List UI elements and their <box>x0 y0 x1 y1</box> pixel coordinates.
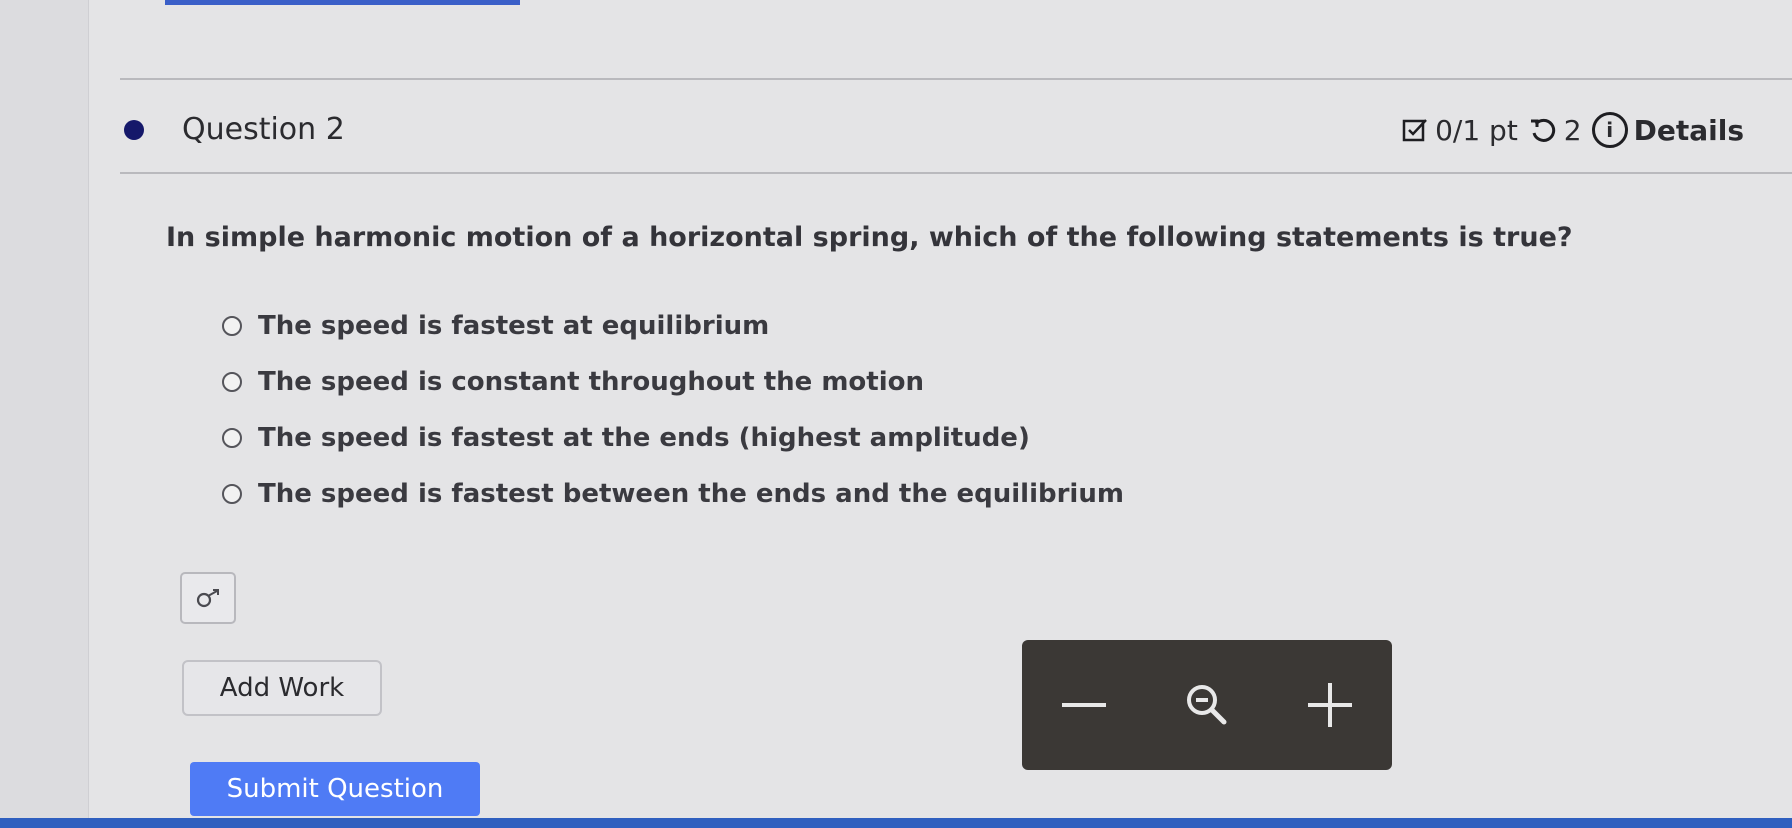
option-label: The speed is fastest between the ends an… <box>258 479 1124 509</box>
zoom-in-button[interactable] <box>1290 665 1370 745</box>
question-header: Question 2 0/1 pt 2 i Details <box>124 106 1764 154</box>
option-label: The speed is fastest at the ends (highes… <box>258 423 1030 453</box>
submit-question-button[interactable]: Submit Question <box>190 762 480 816</box>
left-gutter <box>0 0 89 828</box>
magnifier-icon <box>1186 685 1227 725</box>
details-link[interactable]: i Details <box>1591 112 1744 148</box>
retry-count: 2 <box>1563 113 1582 147</box>
score-text: 0/1 pt <box>1435 113 1518 147</box>
question-meta: 0/1 pt 2 i Details <box>1401 106 1744 154</box>
checkbox-edit-icon <box>1401 116 1429 144</box>
header-bottom-rule <box>120 172 1792 174</box>
add-work-button[interactable]: Add Work <box>182 660 382 716</box>
header-top-rule <box>120 78 1792 80</box>
details-label: Details <box>1633 113 1744 147</box>
zoom-out-button[interactable] <box>1044 665 1124 745</box>
answer-option[interactable]: The speed is constant throughout the mot… <box>222 362 1124 402</box>
option-label: The speed is fastest at equilibrium <box>258 311 770 341</box>
score-group: 0/1 pt <box>1401 114 1518 147</box>
question-prompt: In simple harmonic motion of a horizonta… <box>166 222 1573 253</box>
radio-button[interactable] <box>222 372 242 392</box>
answer-option[interactable]: The speed is fastest between the ends an… <box>222 474 1124 514</box>
retry-icon <box>1528 115 1558 145</box>
sigma-preview-icon <box>196 589 219 608</box>
top-blue-bar <box>165 0 520 5</box>
question-bullet-icon <box>124 120 144 140</box>
plus-icon <box>1308 683 1353 727</box>
answer-option[interactable]: The speed is fastest at equilibrium <box>222 306 1124 346</box>
retry-group: 2 <box>1528 114 1582 147</box>
radio-button[interactable] <box>222 484 242 504</box>
option-label: The speed is constant throughout the mot… <box>258 367 925 397</box>
answer-option[interactable]: The speed is fastest at the ends (highes… <box>222 418 1124 458</box>
bottom-strip <box>0 818 1792 828</box>
question-title: Question 2 <box>182 112 345 147</box>
info-icon: i <box>1591 112 1628 148</box>
minus-icon <box>1061 703 1106 707</box>
answer-options: The speed is fastest at equilibrium The … <box>222 306 1124 530</box>
zoom-reset-button[interactable] <box>1167 665 1247 745</box>
zoom-toolbar <box>1022 640 1392 770</box>
radio-button[interactable] <box>222 316 242 336</box>
preview-button[interactable] <box>180 572 236 624</box>
radio-button[interactable] <box>222 428 242 448</box>
